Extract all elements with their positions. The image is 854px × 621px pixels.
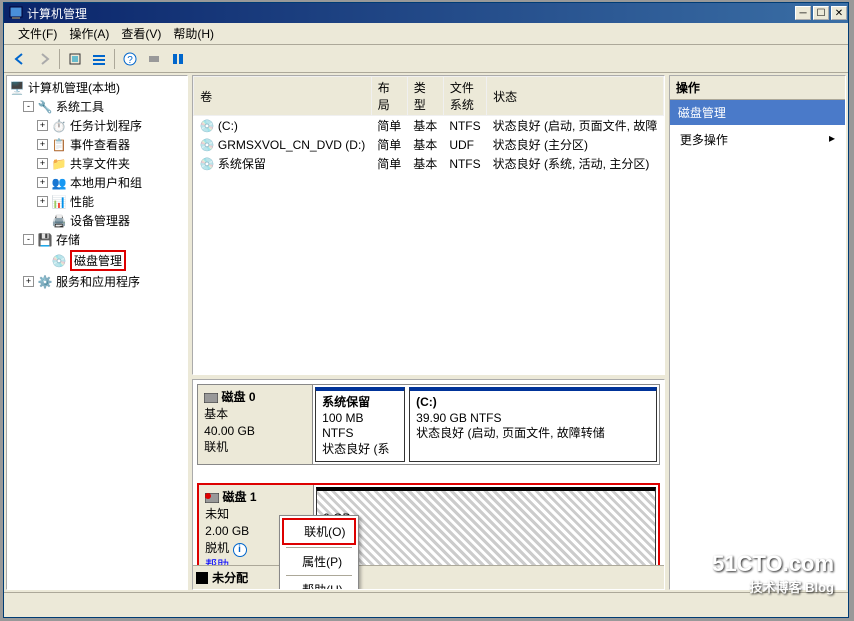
tree-shared-folders[interactable]: +📁共享文件夹 (9, 154, 185, 173)
tree-event-viewer[interactable]: +📋事件查看器 (9, 135, 185, 154)
window-title: 计算机管理 (27, 5, 794, 22)
tree-panel[interactable]: 🖥️计算机管理(本地) -🔧系统工具 +⏱️任务计划程序 +📋事件查看器 +📁共… (6, 75, 188, 590)
actions-panel: 操作 磁盘管理 更多操作▸ (669, 75, 846, 590)
minimize-button[interactable]: ─ (795, 6, 811, 20)
disk-0[interactable]: 磁盘 0 基本 40.00 GB 联机 系统保留 100 MB NTFS 状态良… (197, 384, 660, 465)
app-icon (8, 5, 24, 21)
chevron-right-icon: ▸ (829, 131, 835, 148)
disk-0-partition-1[interactable]: 系统保留 100 MB NTFS 状态良好 (系 (315, 387, 405, 462)
back-button[interactable] (9, 48, 31, 70)
titlebar: 计算机管理 ─ ☐ ✕ (4, 3, 848, 23)
refresh-button[interactable] (64, 48, 86, 70)
menu-view[interactable]: 查看(V) (115, 23, 167, 44)
ctx-online[interactable]: 联机(O) (282, 518, 356, 545)
col-status[interactable]: 状态 (487, 77, 664, 116)
actions-disk-mgmt[interactable]: 磁盘管理 (670, 100, 845, 125)
view-button[interactable] (88, 48, 110, 70)
col-type[interactable]: 类型 (407, 77, 443, 116)
menu-file[interactable]: 文件(F) (12, 23, 63, 44)
tool-button-1[interactable] (143, 48, 165, 70)
tree-local-users[interactable]: +👥本地用户和组 (9, 173, 185, 192)
volume-row[interactable]: 💿 (C:)简单基本NTFS状态良好 (启动, 页面文件, 故障 (194, 116, 664, 136)
tool-button-2[interactable] (167, 48, 189, 70)
tree-services-apps[interactable]: +⚙️服务和应用程序 (9, 272, 185, 291)
tree-system-tools[interactable]: -🔧系统工具 (9, 97, 185, 116)
context-menu: 联机(O) 属性(P) 帮助(H) (279, 515, 359, 590)
tree-storage[interactable]: -💾存储 (9, 230, 185, 249)
maximize-button[interactable]: ☐ (813, 6, 829, 20)
toolbar: ? (4, 45, 848, 73)
tree-performance[interactable]: +📊性能 (9, 192, 185, 211)
disk-1-unallocated[interactable]: 0 GB 配 (316, 487, 656, 575)
menu-action[interactable]: 操作(A) (63, 23, 115, 44)
volume-row[interactable]: 💿 GRMSXVOL_CN_DVD (D:)简单基本UDF状态良好 (主分区) (194, 135, 664, 154)
tree-root[interactable]: 🖥️计算机管理(本地) (9, 78, 185, 97)
col-layout[interactable]: 布局 (371, 77, 407, 116)
col-fs[interactable]: 文件系统 (443, 77, 486, 116)
ctx-help[interactable]: 帮助(H) (282, 578, 356, 590)
help-button[interactable]: ? (119, 48, 141, 70)
ctx-properties[interactable]: 属性(P) (282, 550, 356, 573)
volume-list[interactable]: 卷 布局 类型 文件系统 状态 💿 (C:)简单基本NTFS状态良好 (启动, … (192, 75, 665, 375)
svg-text:?: ? (127, 55, 133, 66)
statusbar (4, 592, 848, 612)
tree-disk-management[interactable]: 💿磁盘管理 (9, 249, 185, 272)
tree-task-scheduler[interactable]: +⏱️任务计划程序 (9, 116, 185, 135)
main-window: 计算机管理 ─ ☐ ✕ 文件(F) 操作(A) 查看(V) 帮助(H) ? 🖥️… (3, 2, 849, 618)
actions-more[interactable]: 更多操作▸ (670, 125, 845, 154)
info-icon[interactable]: i (233, 543, 247, 557)
legend: 未分配 (193, 565, 664, 589)
menubar: 文件(F) 操作(A) 查看(V) 帮助(H) (4, 23, 848, 45)
main-panel: 卷 布局 类型 文件系统 状态 💿 (C:)简单基本NTFS状态良好 (启动, … (192, 75, 665, 590)
volume-row[interactable]: 💿 系统保留简单基本NTFS状态良好 (系统, 活动, 主分区) (194, 154, 664, 173)
forward-button[interactable] (33, 48, 55, 70)
menu-help[interactable]: 帮助(H) (167, 23, 220, 44)
disk-0-partition-2[interactable]: (C:) 39.90 GB NTFS 状态良好 (启动, 页面文件, 故障转储 (409, 387, 657, 462)
disk-graphic-panel[interactable]: 磁盘 0 基本 40.00 GB 联机 系统保留 100 MB NTFS 状态良… (192, 379, 665, 590)
col-volume[interactable]: 卷 (194, 77, 372, 116)
actions-header: 操作 (670, 76, 845, 100)
close-button[interactable]: ✕ (831, 6, 847, 20)
tree-device-manager[interactable]: 🖨️设备管理器 (9, 211, 185, 230)
disk-0-header: 磁盘 0 基本 40.00 GB 联机 (198, 385, 313, 464)
